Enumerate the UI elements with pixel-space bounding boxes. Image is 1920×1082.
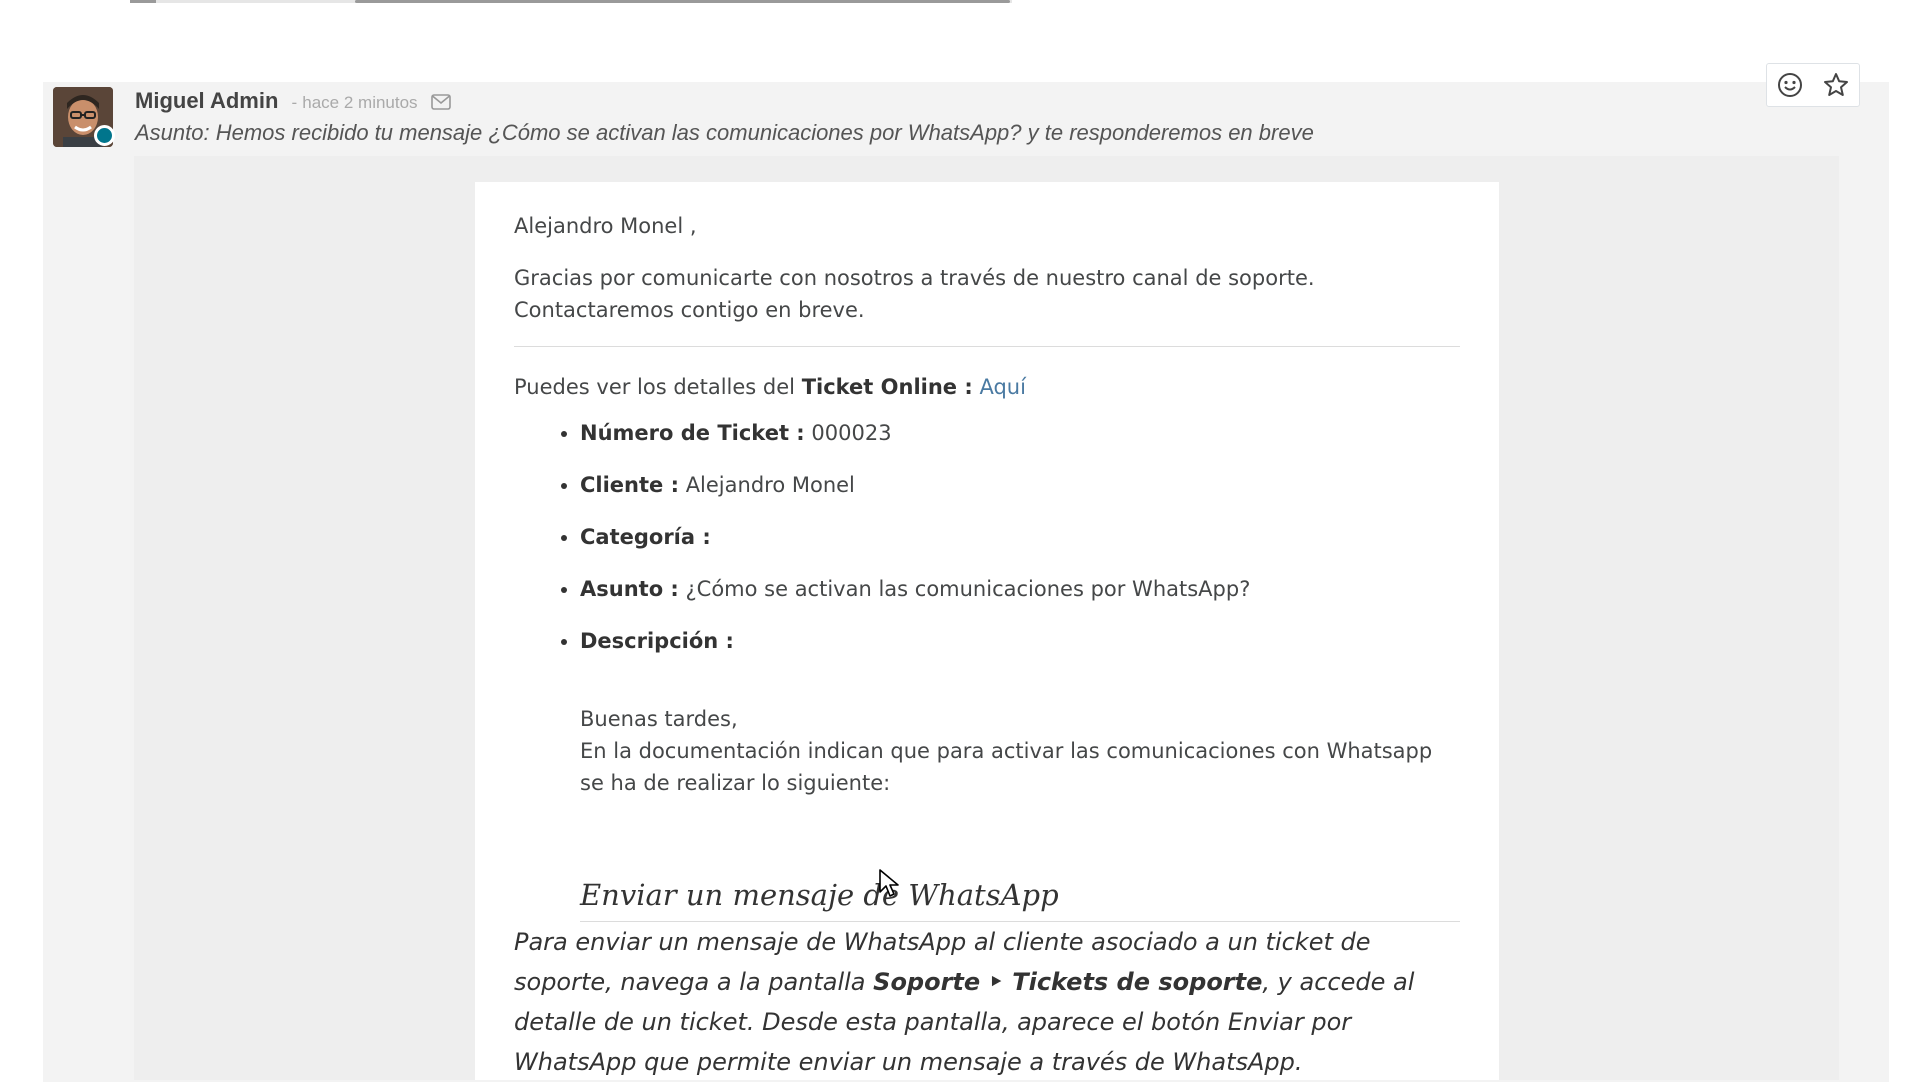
description-text: Buenas tardes, En la documentación indic… xyxy=(514,703,1460,799)
email-content: Alejandro Monel , Gracias por comunicart… xyxy=(514,210,1460,1082)
description-line-1: Buenas tardes, xyxy=(580,707,738,731)
greeting: Alejandro Monel , xyxy=(514,214,697,238)
detail-value: Alejandro Monel xyxy=(685,473,855,497)
online-status-dot xyxy=(94,125,115,146)
divider xyxy=(514,346,1460,347)
doc-heading: Enviar un mensaje de WhatsApp xyxy=(580,879,1460,922)
message-actions xyxy=(1766,63,1860,107)
scrollbar-thumb[interactable] xyxy=(355,0,1010,3)
author-name[interactable]: Miguel Admin xyxy=(135,88,278,113)
message-header: Miguel Admin - hace 2 minutos xyxy=(135,88,451,114)
detail-label: Número de Ticket : xyxy=(580,421,805,445)
message-subject: Asunto: Hemos recibido tu mensaje ¿Cómo … xyxy=(135,120,1314,145)
detail-subject: Asunto : ¿Cómo se activan las comunicaci… xyxy=(580,573,1460,605)
top-scrollbar[interactable] xyxy=(130,0,1012,3)
detail-label: Asunto : xyxy=(580,577,679,601)
detail-label: Cliente : xyxy=(580,473,679,497)
mouse-cursor-icon xyxy=(879,869,899,897)
view-bold: Ticket Online : xyxy=(801,375,973,399)
detail-label: Categoría : xyxy=(580,525,711,549)
header-separator: - xyxy=(291,93,298,112)
detail-label: Descripción : xyxy=(580,629,734,653)
ticket-link[interactable]: Aquí xyxy=(979,375,1025,399)
detail-ticket-number: Número de Ticket : 000023 xyxy=(580,417,1460,449)
detail-description: Descripción : xyxy=(580,625,1460,657)
scrollbar-left-segment xyxy=(130,0,156,3)
description-line-2: En la documentación indican que para act… xyxy=(580,739,1433,795)
detail-value: 000023 xyxy=(811,421,892,445)
view-details-line: Puedes ver los detalles del Ticket Onlin… xyxy=(514,371,1460,403)
detail-category: Categoría : xyxy=(580,521,1460,553)
envelope-icon[interactable] xyxy=(430,94,451,114)
view-prefix: Puedes ver los detalles del xyxy=(514,375,795,399)
smiley-icon[interactable] xyxy=(1774,69,1806,101)
star-icon[interactable] xyxy=(1820,69,1852,101)
thanks-line-1: Gracias por comunicarte con nosotros a t… xyxy=(514,266,1315,290)
ticket-details-list: Número de Ticket : 000023 Cliente : Alej… xyxy=(514,417,1460,657)
thanks-line-2: Contactaremos contigo en breve. xyxy=(514,298,865,322)
doc-body-bold: Soporte ‣ Tickets de soporte xyxy=(873,968,1263,996)
message-time: hace 2 minutos xyxy=(302,93,418,112)
detail-client: Cliente : Alejandro Monel xyxy=(580,469,1460,501)
detail-value: ¿Cómo se activan las comunicaciones por … xyxy=(685,577,1251,601)
doc-paragraph: Para enviar un mensaje de WhatsApp al cl… xyxy=(514,922,1460,1082)
